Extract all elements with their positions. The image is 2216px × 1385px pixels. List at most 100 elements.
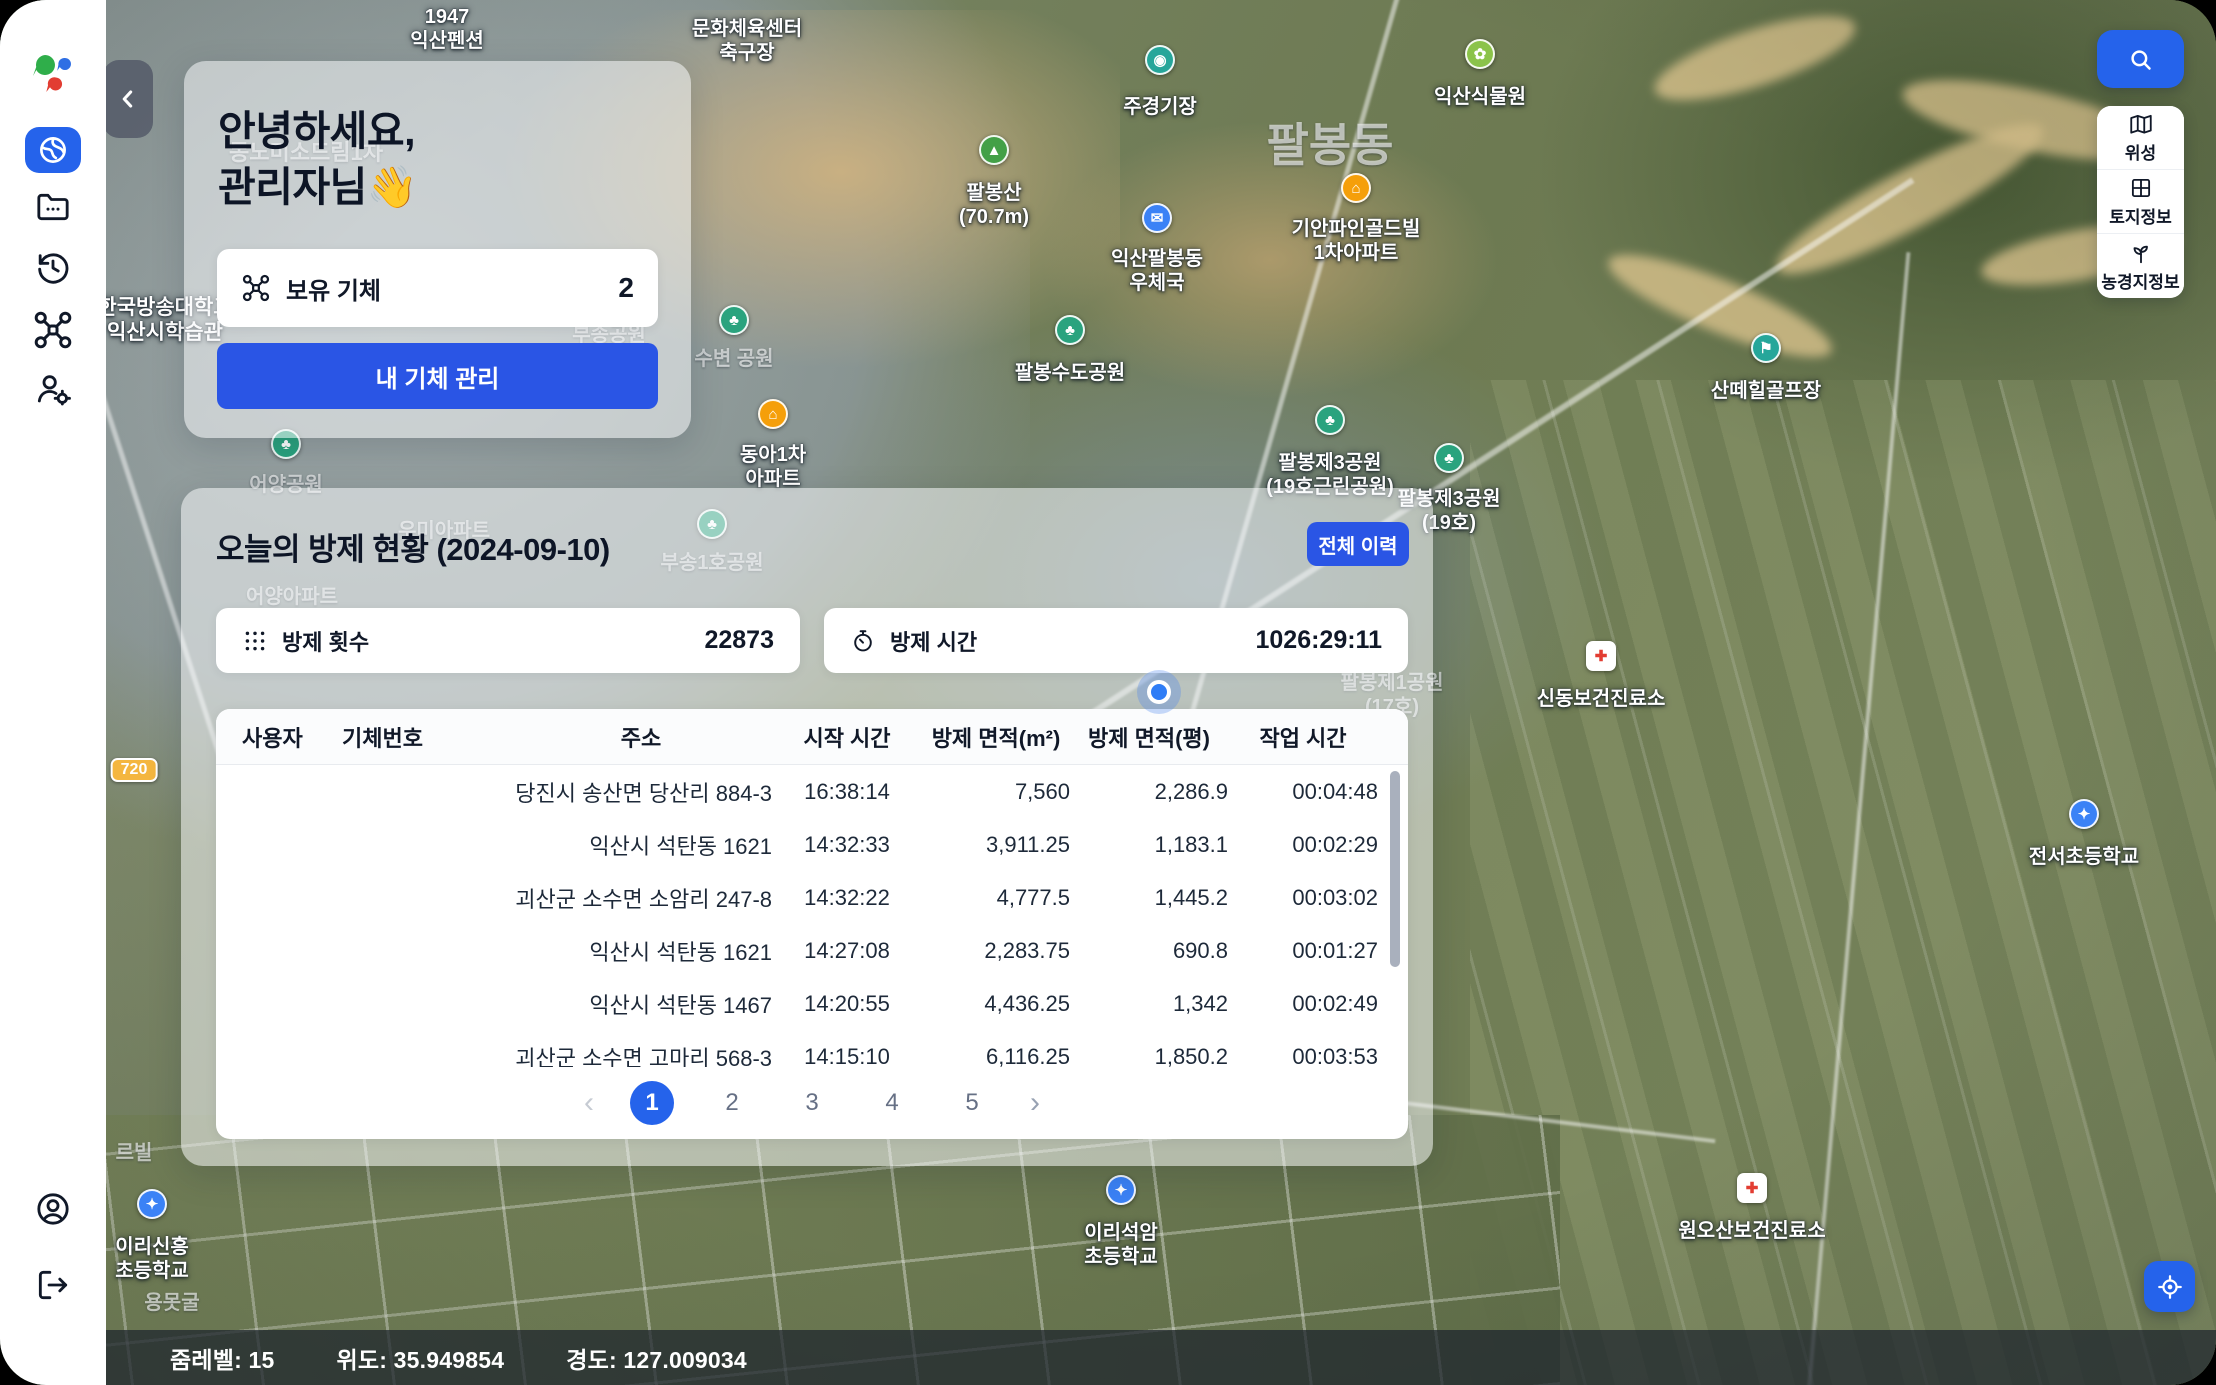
cell-area-pyeong: 1,183.1 xyxy=(1070,832,1228,858)
pagination-page-1[interactable]: 1 xyxy=(630,1081,674,1125)
col-start-time: 시작 시간 xyxy=(772,721,922,753)
owned-drones-label: 보유 기체 xyxy=(286,271,381,306)
cell-area-pyeong: 690.8 xyxy=(1070,938,1228,964)
layer-farmland-info[interactable]: 농경지정보 xyxy=(2097,234,2184,298)
sidebar-item-drones[interactable] xyxy=(32,309,74,351)
col-area-m2: 방제 면적(m²) xyxy=(922,721,1070,753)
sidebar-item-map[interactable] xyxy=(25,127,81,173)
table-row[interactable]: 익산시 석탄동 1621 14:32:33 3,911.25 1,183.1 0… xyxy=(216,818,1408,871)
cell-area-m2: 7,560 xyxy=(922,779,1070,805)
sidebar-item-account-settings[interactable] xyxy=(33,369,73,409)
current-location-marker xyxy=(1137,670,1181,714)
map-road xyxy=(1804,252,1911,1385)
full-history-button[interactable]: 전체 이력 xyxy=(1307,522,1409,566)
layer-land-info[interactable]: 토지정보 xyxy=(2097,170,2184,234)
map-status-bar: 줌레벨: 15 위도: 35.949854 경도: 127.009034 xyxy=(0,1330,2216,1385)
cell-address: 괴산군 소수면 소암리 247-8 xyxy=(510,882,772,914)
sidebar-item-projects[interactable] xyxy=(33,187,73,227)
logout-icon xyxy=(34,1266,72,1304)
cell-start-time: 14:27:08 xyxy=(772,938,922,964)
golf-fairway xyxy=(1646,0,1863,117)
cell-start-time: 14:20:55 xyxy=(772,991,922,1017)
history-icon xyxy=(33,247,73,287)
table-row[interactable]: 당진시 송산면 당산리 884-3 16:38:14 7,560 2,286.9… xyxy=(216,765,1408,818)
cell-start-time: 14:15:10 xyxy=(772,1044,922,1068)
cell-area-m2: 4,777.5 xyxy=(922,885,1070,911)
sidebar-item-logout[interactable] xyxy=(34,1266,72,1304)
crosshair-icon xyxy=(2156,1273,2184,1301)
pagination-page-5[interactable]: 5 xyxy=(950,1081,994,1125)
spray-time-card: 방제 시간 1026:29:11 xyxy=(824,608,1408,673)
cell-area-pyeong: 1,445.2 xyxy=(1070,885,1228,911)
col-device: 기체번호 xyxy=(342,721,510,753)
manage-drones-button[interactable]: 내 기체 관리 xyxy=(217,343,658,409)
map-search-button[interactable] xyxy=(2097,30,2184,88)
spray-count-label: 방제 횟수 xyxy=(282,625,369,657)
longitude: 경도: 127.009034 xyxy=(566,1341,747,1375)
sidebar-collapse-button[interactable] xyxy=(103,60,153,138)
globe-icon xyxy=(36,133,70,167)
user-settings-icon xyxy=(33,369,73,409)
sidebar xyxy=(0,0,106,1385)
satellite-map-icon xyxy=(2128,111,2154,137)
table-row[interactable]: 익산시 석탄동 1467 14:20:55 4,436.25 1,342 00:… xyxy=(216,977,1408,1030)
sidebar-item-history[interactable] xyxy=(33,247,73,287)
drone-icon xyxy=(32,309,74,351)
marker-core xyxy=(1151,684,1167,700)
table-row[interactable]: 괴산군 소수면 고마리 568-3 14:15:10 6,116.25 1,85… xyxy=(216,1030,1408,1067)
pagination-next[interactable]: › xyxy=(1030,1086,1040,1120)
greeting-panel: 안녕하세요, 관리자님👋 보유 기체 2 내 기체 관리 xyxy=(184,61,691,438)
pagination: ‹ 1 2 3 4 5 › xyxy=(216,1067,1408,1139)
sidebar-item-profile[interactable] xyxy=(33,1189,73,1229)
cell-address: 괴산군 소수면 고마리 568-3 xyxy=(510,1041,772,1068)
cell-start-time: 16:38:14 xyxy=(772,779,922,805)
cell-work-time: 00:03:53 xyxy=(1228,1044,1378,1068)
cell-work-time: 00:02:49 xyxy=(1228,991,1378,1017)
search-icon xyxy=(2127,46,2154,73)
table-row[interactable]: 익산시 석탄동 1621 14:27:08 2,283.75 690.8 00:… xyxy=(216,924,1408,977)
cell-area-pyeong: 1,342 xyxy=(1070,991,1228,1017)
crop-sprout-icon xyxy=(2128,240,2154,266)
latitude: 위도: 35.949854 xyxy=(337,1341,505,1375)
pagination-page-2[interactable]: 2 xyxy=(710,1081,754,1125)
cell-start-time: 14:32:22 xyxy=(772,885,922,911)
chevron-left-icon xyxy=(115,86,141,112)
cell-work-time: 00:04:48 xyxy=(1228,779,1378,805)
zoom-level: 줌레벨: 15 xyxy=(170,1341,275,1375)
pagination-page-4[interactable]: 4 xyxy=(870,1081,914,1125)
cell-start-time: 14:32:33 xyxy=(772,832,922,858)
cell-work-time: 00:01:27 xyxy=(1228,938,1378,964)
cell-area-m2: 3,911.25 xyxy=(922,832,1070,858)
layer-satellite[interactable]: 위성 xyxy=(2097,106,2184,170)
col-user: 사용자 xyxy=(242,721,342,753)
table-row[interactable]: 괴산군 소수면 소암리 247-8 14:32:22 4,777.5 1,445… xyxy=(216,871,1408,924)
land-grid-icon xyxy=(2128,175,2154,201)
folder-icon xyxy=(33,187,73,227)
greeting-line2: 관리자님👋 xyxy=(218,153,417,213)
col-address: 주소 xyxy=(510,721,772,753)
layer-satellite-label: 위성 xyxy=(2125,139,2156,164)
spray-log-table: 사용자 기체번호 주소 시작 시간 방제 면적(m²) 방제 면적(평) 작업 … xyxy=(216,709,1408,1139)
locate-me-button[interactable] xyxy=(2144,1261,2195,1312)
drone-icon xyxy=(241,273,271,303)
map-construction-area2 xyxy=(1040,120,1500,400)
owned-drones-card: 보유 기체 2 xyxy=(217,249,658,327)
layer-farmland-info-label: 농경지정보 xyxy=(2101,268,2179,293)
table-scrollbar[interactable] xyxy=(1390,771,1400,967)
profile-icon xyxy=(33,1189,73,1229)
table-body[interactable]: 당진시 송산면 당산리 884-3 16:38:14 7,560 2,286.9… xyxy=(216,765,1408,1067)
greeting-line1: 안녕하세요, xyxy=(218,97,415,157)
stopwatch-icon xyxy=(850,628,876,654)
cell-address: 익산시 석탄동 1467 xyxy=(510,988,772,1020)
cell-work-time: 00:03:02 xyxy=(1228,885,1378,911)
today-panel-title: 오늘의 방제 현황 (2024-09-10) xyxy=(216,524,610,569)
pagination-page-3[interactable]: 3 xyxy=(790,1081,834,1125)
spray-time-label: 방제 시간 xyxy=(890,625,977,657)
cell-area-m2: 2,283.75 xyxy=(922,938,1070,964)
col-area-pyeong: 방제 면적(평) xyxy=(1070,721,1228,753)
map-farmland-right xyxy=(1470,380,2216,1385)
pagination-prev[interactable]: ‹ xyxy=(584,1086,594,1120)
dots-grid-icon xyxy=(242,628,268,654)
today-status-panel: 오늘의 방제 현황 (2024-09-10) 전체 이력 방제 횟수 22873… xyxy=(181,488,1433,1166)
app-frame: 1947익산펜션문화체육센터축구장◉주경기장✿익산식물원▲팔봉산(70.7m)✉… xyxy=(0,0,2216,1385)
